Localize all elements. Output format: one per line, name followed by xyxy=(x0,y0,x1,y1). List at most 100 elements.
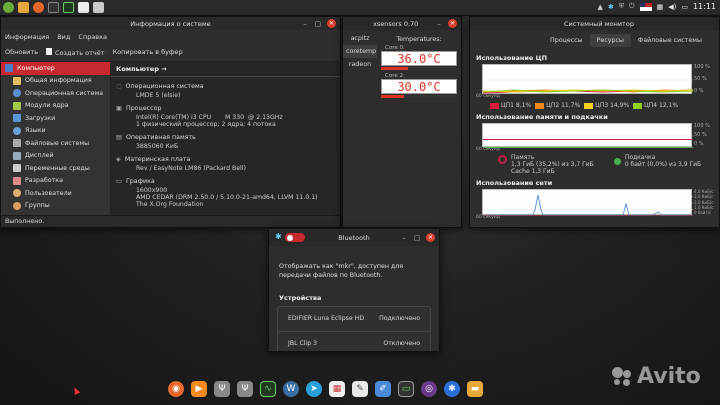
report-button[interactable]: Создать отчёт xyxy=(46,48,105,57)
sysmon-tabs: Процессы Ресурсы Файловые системы xyxy=(470,30,719,50)
tab-radeon[interactable]: radeon xyxy=(343,58,377,71)
system-monitor-icon[interactable]: ∿ xyxy=(260,381,276,397)
resolution-value: 1600x900 xyxy=(136,187,168,194)
wordpress-icon[interactable]: W xyxy=(283,381,299,397)
xsensors-icon[interactable] xyxy=(78,2,89,13)
tab-processes[interactable]: Процессы xyxy=(543,34,590,47)
temp-bar xyxy=(381,95,457,98)
net-graph-lines xyxy=(483,194,693,216)
net-heading: Использование сети xyxy=(476,179,553,187)
legend-cpu1: ЦП1 8,1% xyxy=(490,102,531,109)
window-title: Системный монитор xyxy=(564,19,634,28)
temperatures-heading: Temperatures: xyxy=(396,36,442,43)
tab-resources[interactable]: Ресурсы xyxy=(589,34,631,47)
cpu-heading: Использование ЦП xyxy=(476,54,548,62)
copy-button[interactable]: Копировать в буфер xyxy=(113,48,183,57)
cpu-topology: 1 физический процессор; 2 ядра; 4 потока xyxy=(136,121,276,128)
legend-cpu4: ЦП4 12,1% xyxy=(633,102,678,109)
sysinfo-titlebar[interactable]: Информация о системе – ▢ ✕ xyxy=(1,17,340,30)
report-icon xyxy=(46,48,53,55)
battery-icon[interactable]: ▭ xyxy=(681,3,688,11)
bluetooth-icon[interactable]: ✱ xyxy=(608,3,614,11)
sidebar-item-filesystems[interactable]: Файловые системы xyxy=(1,137,110,150)
close-button[interactable]: ✕ xyxy=(448,19,457,28)
close-button[interactable]: ✕ xyxy=(426,233,435,242)
bluetooth-window: ✱ Bluetooth – ▢ ✕ Отображать как "mkr", до… xyxy=(268,228,440,352)
usb-icon[interactable]: Ψ xyxy=(214,381,230,397)
os-icon xyxy=(13,89,21,98)
cpu-graph-lines xyxy=(483,79,693,94)
menu-info[interactable]: Информация xyxy=(5,33,49,41)
mem-legend: Память 1,3 ГиБ (35,2%) из 3,7 ГиБ Cache … xyxy=(470,152,719,175)
us-flag-icon[interactable] xyxy=(639,2,652,11)
shield-icon[interactable]: ⛨ xyxy=(619,2,624,11)
sidebar-item-dev[interactable]: Разработка xyxy=(1,175,110,188)
network-icon[interactable]: ▦ xyxy=(657,3,664,11)
device-status: Подключено xyxy=(379,315,420,322)
maximize-button[interactable]: ▢ xyxy=(314,20,322,28)
motherboard-icon: ◈ xyxy=(116,156,121,163)
temp-bar-fill xyxy=(381,95,404,98)
tab-acpitz[interactable]: acpitz xyxy=(343,32,377,45)
device-row[interactable]: JBL Clip 3 Отключено xyxy=(278,332,430,351)
sidebar-item-groups[interactable]: Группы xyxy=(1,200,110,213)
system-monitor-window: Системный монитор Процессы Ресурсы Файло… xyxy=(469,16,720,228)
files-icon[interactable] xyxy=(18,2,29,13)
menu-view[interactable]: Вид xyxy=(57,33,70,41)
menu-help[interactable]: Справка xyxy=(78,33,107,41)
clock[interactable]: 11:11 xyxy=(693,2,716,11)
section-graphics: ▭ Графика 1600x900 AMD CEDAR (DRM 2.50.0 … xyxy=(111,172,340,208)
files-icon[interactable]: ▬ xyxy=(467,381,483,397)
hardinfo-icon[interactable]: ▦ xyxy=(329,381,345,397)
firefox-icon[interactable]: ◉ xyxy=(168,381,184,397)
bluetooth-titlebar[interactable]: ✱ Bluetooth – ▢ ✕ xyxy=(269,229,439,246)
memory-value: 3885060 КиБ xyxy=(136,143,179,150)
refresh-button[interactable]: Обновить xyxy=(5,48,38,57)
sidebar-item-users[interactable]: Пользователи xyxy=(1,187,110,200)
os-icon: ◌ xyxy=(116,83,122,90)
minimize-button[interactable]: – xyxy=(400,234,408,242)
sidebar-item-summary[interactable]: Общая информация xyxy=(1,75,110,88)
section-memory: ▤ Оперативная память 3885060 КиБ xyxy=(111,128,340,150)
firefox-icon[interactable] xyxy=(33,2,44,13)
terminal-icon[interactable]: ▭ xyxy=(398,381,414,397)
telegram-icon[interactable]: ➤ xyxy=(306,381,322,397)
sidebar-item-boots[interactable]: Загрузки xyxy=(1,112,110,125)
minimize-button[interactable]: – xyxy=(435,20,443,28)
mint-menu-icon[interactable] xyxy=(3,2,14,13)
maximize-button[interactable]: ▢ xyxy=(413,234,421,242)
minimize-button[interactable]: – xyxy=(301,20,309,28)
sidebar-item-modules[interactable]: Модули ядра xyxy=(1,100,110,113)
window-title: xsensors 0.70 xyxy=(373,19,419,28)
device-row[interactable]: EDIFIER Luna Eclipse HD Подключено xyxy=(278,307,430,332)
cpu-ticks: 100 % 50 % 0 % xyxy=(694,64,710,94)
editor-icon[interactable]: ✐ xyxy=(375,381,391,397)
tray-app-icon[interactable]: ▲ xyxy=(598,3,603,11)
memory-icon: ▤ xyxy=(116,134,122,141)
tab-filesystems[interactable]: Файловые системы xyxy=(631,34,709,47)
power-icon[interactable]: ⏻ xyxy=(629,2,635,11)
close-button[interactable]: ✕ xyxy=(327,19,336,28)
tab-coretemp[interactable]: coretemp xyxy=(343,45,377,58)
media-player-icon[interactable]: ▶ xyxy=(191,381,207,397)
volume-icon[interactable]: ◀) xyxy=(668,3,676,11)
terminal-icon[interactable] xyxy=(48,2,59,13)
sidebar-item-computer[interactable]: Компьютер xyxy=(1,62,110,75)
camera-icon[interactable]: ◎ xyxy=(421,381,437,397)
sidebar-item-os[interactable]: Операционная система xyxy=(1,87,110,100)
bluetooth-panel-icon[interactable] xyxy=(93,2,104,13)
usb-icon[interactable]: Ψ xyxy=(237,381,253,397)
sysmon-titlebar[interactable]: Системный монитор xyxy=(470,17,719,30)
sidebar-item-languages[interactable]: Языки xyxy=(1,125,110,138)
device-list: EDIFIER Luna Eclipse HD Подключено JBL C… xyxy=(277,306,431,351)
sidebar-item-display[interactable]: Дисплей xyxy=(1,150,110,163)
bluetooth-icon[interactable]: ✱ xyxy=(444,381,460,397)
sysinfo-sidebar: Компьютер Общая информация Операционная … xyxy=(1,62,111,216)
gedit-icon[interactable]: ✎ xyxy=(352,381,368,397)
mem-heading: Использование памяти и подкачки xyxy=(476,113,608,121)
bluetooth-toggle[interactable] xyxy=(285,233,305,242)
system-monitor-icon[interactable] xyxy=(63,2,74,13)
xsensors-titlebar[interactable]: xsensors 0.70 – ✕ xyxy=(343,17,461,30)
sidebar-item-env[interactable]: Переменные среды xyxy=(1,162,110,175)
mem-ticks: 100 % 50 % 0 % xyxy=(694,123,710,147)
